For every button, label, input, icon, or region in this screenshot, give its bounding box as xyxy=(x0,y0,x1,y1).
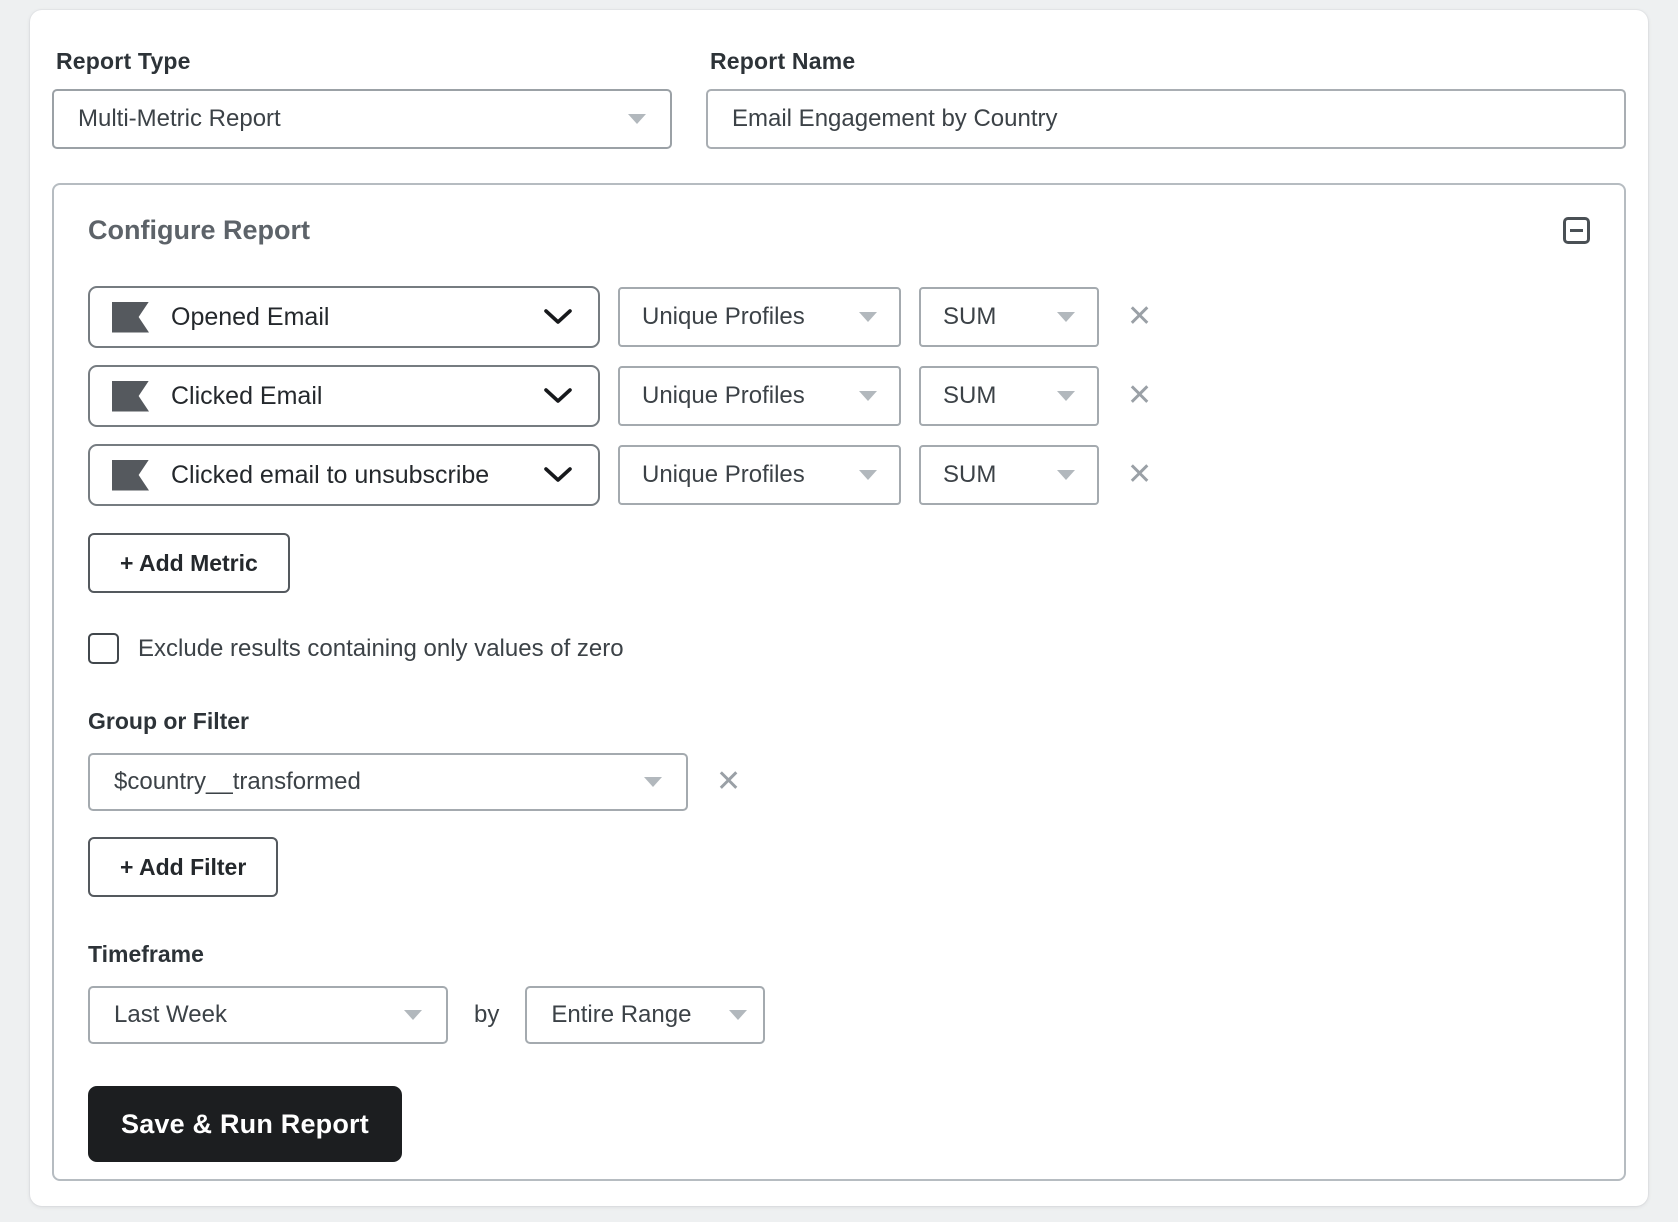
report-builder-card: Report Type Multi-Metric Report Report N… xyxy=(30,10,1648,1206)
timeframe-label: Timeframe xyxy=(88,941,204,967)
report-type-select[interactable]: Multi-Metric Report xyxy=(52,89,672,149)
exclude-zero-row: Exclude results containing only values o… xyxy=(88,633,1590,664)
configure-report-title: Configure Report xyxy=(88,215,310,245)
save-run-report-button[interactable]: Save & Run Report xyxy=(88,1086,402,1162)
measurement-select[interactable]: Unique Profiles xyxy=(618,445,901,505)
metric-select[interactable]: Opened Email xyxy=(88,286,600,348)
aggregation-value: SUM xyxy=(943,461,997,488)
group-by-value: $country__transformed xyxy=(114,768,361,795)
exclude-zero-checkbox[interactable] xyxy=(88,633,119,664)
chevron-down-icon xyxy=(544,309,572,324)
aggregation-select[interactable]: SUM xyxy=(919,445,1099,505)
group-by-select[interactable]: $country__transformed xyxy=(88,753,688,811)
metric-name: Clicked Email xyxy=(171,381,323,410)
measurement-value: Unique Profiles xyxy=(642,382,805,409)
measurement-value: Unique Profiles xyxy=(642,303,805,330)
report-type-label: Report Type xyxy=(56,48,191,74)
group-or-filter-row: $country__transformed ✕ xyxy=(88,753,1590,811)
report-header-row: Report Type Multi-Metric Report Report N… xyxy=(52,48,1626,149)
add-filter-button[interactable]: + Add Filter xyxy=(88,837,279,897)
metric-flag-icon xyxy=(112,301,149,333)
remove-metric-button[interactable]: ✕ xyxy=(1127,381,1152,411)
metric-row: Clicked email to unsubscribe Unique Prof… xyxy=(88,444,1590,506)
timeframe-granularity-value: Entire Range xyxy=(551,1001,692,1028)
dropdown-arrow-icon xyxy=(1057,391,1075,401)
timeframe-range-value: Last Week xyxy=(114,1001,227,1028)
metric-select[interactable]: Clicked Email xyxy=(88,365,600,427)
measurement-value: Unique Profiles xyxy=(642,461,805,488)
timeframe-granularity-select[interactable]: Entire Range xyxy=(525,986,766,1044)
metric-row: Opened Email Unique Profiles SUM ✕ xyxy=(88,286,1590,348)
metric-name: Opened Email xyxy=(171,302,330,331)
aggregation-select[interactable]: SUM xyxy=(919,366,1099,426)
metric-flag-icon xyxy=(112,380,149,412)
dropdown-arrow-icon xyxy=(628,114,646,124)
dropdown-arrow-icon xyxy=(644,777,662,787)
report-name-label: Report Name xyxy=(710,48,856,74)
remove-metric-button[interactable]: ✕ xyxy=(1127,460,1152,490)
configure-report-section: Configure Report Opened Email Unique Pro… xyxy=(52,183,1626,1181)
dropdown-arrow-icon xyxy=(859,391,877,401)
aggregation-select[interactable]: SUM xyxy=(919,287,1099,347)
add-metric-button[interactable]: + Add Metric xyxy=(88,533,290,593)
dropdown-arrow-icon xyxy=(729,1010,748,1020)
report-name-input[interactable]: Email Engagement by Country xyxy=(706,89,1626,149)
metric-row: Clicked Email Unique Profiles SUM ✕ xyxy=(88,365,1590,427)
chevron-down-icon xyxy=(544,388,572,403)
report-type-value: Multi-Metric Report xyxy=(78,105,281,132)
remove-group-button[interactable]: ✕ xyxy=(716,767,741,797)
metric-flag-icon xyxy=(112,459,149,491)
report-type-field: Report Type Multi-Metric Report xyxy=(52,48,672,149)
group-or-filter-label: Group or Filter xyxy=(88,708,249,734)
dropdown-arrow-icon xyxy=(404,1010,422,1020)
configure-report-header: Configure Report xyxy=(88,215,1590,246)
metric-name: Clicked email to unsubscribe xyxy=(171,460,490,489)
dropdown-arrow-icon xyxy=(1057,312,1075,322)
exclude-zero-label: Exclude results containing only values o… xyxy=(138,634,624,662)
measurement-select[interactable]: Unique Profiles xyxy=(618,287,901,347)
measurement-select[interactable]: Unique Profiles xyxy=(618,366,901,426)
timeframe-range-select[interactable]: Last Week xyxy=(88,986,448,1044)
remove-metric-button[interactable]: ✕ xyxy=(1127,302,1152,332)
report-name-field: Report Name Email Engagement by Country xyxy=(706,48,1626,149)
dropdown-arrow-icon xyxy=(859,470,877,480)
report-name-value: Email Engagement by Country xyxy=(732,105,1058,132)
timeframe-row: Last Week by Entire Range xyxy=(88,986,1590,1044)
collapse-section-button[interactable] xyxy=(1563,217,1590,244)
chevron-down-icon xyxy=(544,467,572,482)
metric-select[interactable]: Clicked email to unsubscribe xyxy=(88,444,600,506)
minus-icon xyxy=(1570,229,1583,232)
timeframe-by-label: by xyxy=(474,1001,500,1028)
aggregation-value: SUM xyxy=(943,303,997,330)
aggregation-value: SUM xyxy=(943,382,997,409)
dropdown-arrow-icon xyxy=(1057,470,1075,480)
dropdown-arrow-icon xyxy=(859,312,877,322)
